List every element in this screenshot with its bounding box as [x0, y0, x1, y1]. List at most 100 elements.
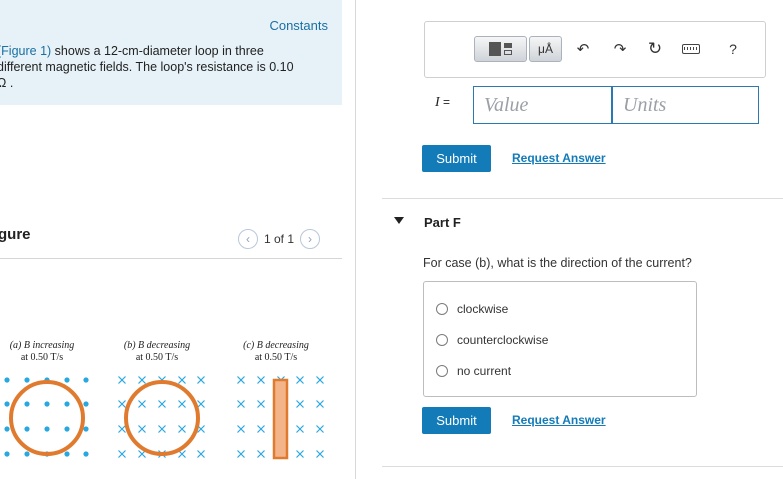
field-dot	[83, 401, 89, 407]
math-toolbar: μÅ ↶ ↷ ↻ ?	[424, 21, 766, 78]
prev-figure-button[interactable]: ‹	[238, 229, 258, 249]
field-dot	[4, 451, 10, 457]
field-cross	[178, 400, 186, 408]
part-f-question: For case (b), what is the direction of t…	[423, 256, 692, 270]
field-dot	[44, 426, 50, 432]
part-f-title[interactable]: Part F	[424, 215, 461, 230]
field-dot	[24, 401, 30, 407]
divider	[0, 258, 342, 259]
units-input[interactable]: Units	[612, 86, 759, 124]
field-dot	[83, 377, 89, 383]
field-cross	[296, 450, 304, 458]
help-icon[interactable]: ?	[722, 38, 744, 60]
field-cross	[316, 425, 324, 433]
field-cross	[257, 450, 265, 458]
field-cross	[158, 400, 166, 408]
field-cross	[138, 376, 146, 384]
collapse-triangle-icon[interactable]	[394, 217, 404, 224]
chevron-left-icon: ‹	[246, 232, 250, 246]
field-cross	[316, 376, 324, 384]
template-icon	[489, 42, 512, 56]
part-f-request-answer-link[interactable]: Request Answer	[512, 413, 606, 427]
field-dot	[4, 377, 10, 383]
loop-c-edge-on	[272, 378, 289, 460]
redo-icon[interactable]: ↷	[609, 38, 631, 60]
choice-clockwise[interactable]: clockwise	[436, 302, 508, 316]
field-dot	[83, 426, 89, 432]
field-dot	[4, 426, 10, 432]
field-cross	[118, 400, 126, 408]
problem-panel: Constants (Figure 1) shows a 12-cm-diame…	[0, 0, 355, 479]
template-button[interactable]	[474, 36, 527, 62]
figure-heading: gure	[0, 226, 31, 243]
field-dot	[4, 401, 10, 407]
field-cross	[178, 376, 186, 384]
units-button[interactable]: μÅ	[529, 36, 562, 62]
submit-button[interactable]: Submit	[422, 145, 491, 172]
field-cross	[237, 376, 245, 384]
field-dot	[24, 451, 30, 457]
field-dot	[83, 451, 89, 457]
field-cross	[296, 376, 304, 384]
reset-icon[interactable]: ↻	[644, 38, 666, 60]
part-f-submit-button[interactable]: Submit	[422, 407, 491, 434]
field-diagram	[4, 376, 324, 460]
bottom-divider	[382, 466, 783, 467]
field-cross	[118, 425, 126, 433]
page-indicator: 1 of 1	[264, 232, 295, 246]
figure-link[interactable]: (Figure 1)	[0, 44, 51, 58]
choice-counterclockwise[interactable]: counterclockwise	[436, 333, 548, 347]
field-cross	[296, 425, 304, 433]
field-cross	[197, 450, 205, 458]
keyboard-icon[interactable]	[680, 38, 702, 60]
field-dot	[24, 377, 30, 383]
variable-label: I =	[435, 95, 450, 111]
field-dot	[24, 426, 30, 432]
chevron-right-icon: ›	[308, 232, 313, 246]
loop-b	[124, 380, 200, 456]
radio-button[interactable]	[436, 365, 448, 377]
field-cross	[257, 425, 265, 433]
loop-a	[9, 380, 85, 456]
next-figure-button[interactable]: ›	[300, 229, 321, 249]
field-cross	[316, 400, 324, 408]
field-dot	[64, 401, 70, 407]
field-dot	[64, 377, 70, 383]
radio-button[interactable]	[436, 303, 448, 315]
field-cross	[118, 376, 126, 384]
field-cross	[257, 376, 265, 384]
part-divider	[382, 198, 783, 199]
field-cross	[197, 376, 205, 384]
field-cross	[257, 400, 265, 408]
field-dot	[64, 426, 70, 432]
problem-intro: Constants (Figure 1) shows a 12-cm-diame…	[0, 0, 342, 105]
clipped-instruction	[422, 0, 767, 4]
field-dot	[44, 401, 50, 407]
problem-statement: (Figure 1) shows a 12-cm-diameter loop i…	[0, 43, 297, 91]
request-answer-link[interactable]: Request Answer	[512, 151, 606, 165]
field-cross	[237, 400, 245, 408]
field-cross	[296, 400, 304, 408]
answer-choices: clockwise counterclockwise no current	[423, 281, 697, 397]
field-cross	[138, 425, 146, 433]
field-cross	[158, 425, 166, 433]
choice-label: clockwise	[457, 302, 509, 316]
choice-label: counterclockwise	[457, 333, 549, 347]
equals-sign: =	[439, 95, 451, 109]
radio-button[interactable]	[436, 334, 448, 346]
choice-no-current[interactable]: no current	[436, 364, 511, 378]
constants-link[interactable]: Constants	[269, 18, 328, 33]
field-cross	[178, 425, 186, 433]
field-cross	[118, 450, 126, 458]
undo-icon[interactable]: ↶	[572, 38, 594, 60]
field-cross	[237, 425, 245, 433]
field-cross	[197, 400, 205, 408]
figure-pager: ‹ 1 of 1 ›	[238, 229, 321, 249]
choice-label: no current	[457, 364, 512, 378]
value-input[interactable]: Value	[473, 86, 612, 124]
answer-panel: μÅ ↶ ↷ ↻ ? I = Value Units Submit Reques…	[356, 0, 783, 479]
field-cross	[316, 450, 324, 458]
field-dot	[64, 451, 70, 457]
field-cross	[138, 400, 146, 408]
field-cross	[237, 450, 245, 458]
